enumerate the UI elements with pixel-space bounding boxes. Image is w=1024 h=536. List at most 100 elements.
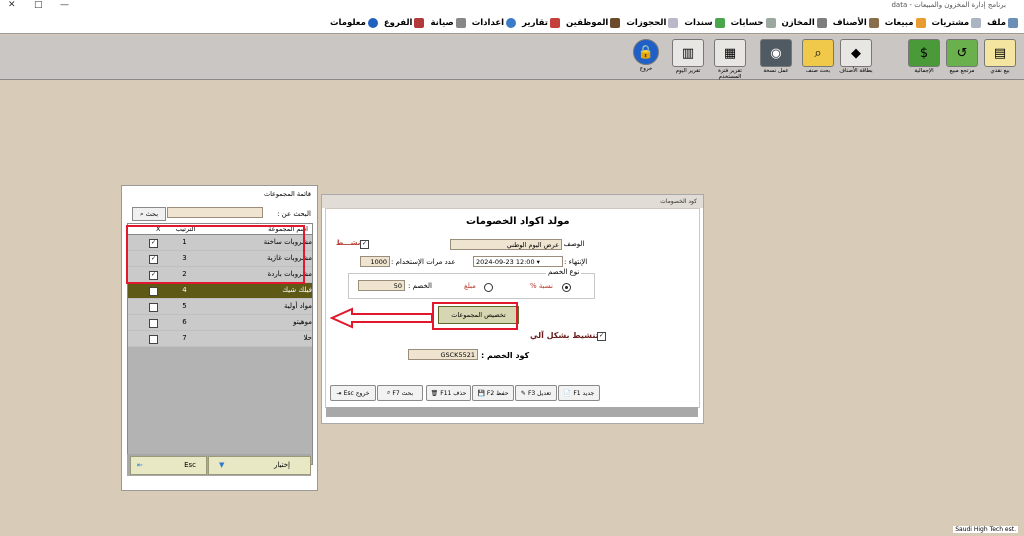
shapes-icon: ◆ <box>840 39 872 67</box>
menu-accounts[interactable]: حسابات <box>731 17 776 28</box>
group-row[interactable]: 6 موهيتو <box>128 315 312 331</box>
choose-button[interactable]: إختيار ▼ <box>208 456 311 475</box>
new-doc-icon: 📄 <box>563 389 572 397</box>
menu-branches[interactable]: الفروع <box>384 17 425 28</box>
status-company: Saudi High Tech est. <box>953 526 1018 533</box>
red-arrow-icon <box>330 307 433 329</box>
group-search-input[interactable] <box>167 207 263 218</box>
menu-vouchers[interactable]: سندات <box>684 17 725 28</box>
group-row-selected[interactable]: 4 فيلك شيك <box>128 283 312 299</box>
menu-bar: ملف مشتريات مبيعات الأصناف المخازن حسابا… <box>0 12 1024 34</box>
amount-radio[interactable] <box>484 283 493 292</box>
discount-footer <box>326 407 698 417</box>
exit-icon: ⇥ <box>336 389 342 397</box>
edit-button[interactable]: تعديل F3 ✎ <box>515 385 557 401</box>
groups-title: قائمة المجموعات <box>263 190 311 198</box>
esc-button[interactable]: ⇤ Esc <box>130 456 207 475</box>
maximize-icon[interactable]: □ <box>34 0 43 10</box>
menu-maintenance[interactable]: صيانة <box>430 17 466 28</box>
save-button[interactable]: حفظ F2 💾 <box>472 385 514 401</box>
search-item-icon: ⌕ <box>802 39 834 67</box>
menu-file[interactable]: ملف <box>987 17 1018 28</box>
return-icon: ↺ <box>946 39 978 67</box>
items-icon <box>868 17 879 28</box>
search-label: البحث عن : <box>277 210 311 218</box>
report-icon <box>549 17 560 28</box>
close-icon[interactable]: ✕ <box>8 0 16 10</box>
title-bar: ✕ □ — برنامج إدارة المخزون والمبيعات - d… <box>0 0 1024 12</box>
booking-icon <box>668 17 679 28</box>
active-checkbox[interactable]: ✓ <box>360 240 369 249</box>
branch-icon <box>414 17 425 28</box>
expiry-label: الإنتهاء : <box>564 258 588 266</box>
filter-icon: ▼ <box>219 461 225 469</box>
uses-label: عدد مرات الإستخدام : <box>391 258 456 266</box>
delete-button[interactable]: حذف F11 🗑 <box>426 385 471 401</box>
user-period-report-button[interactable]: ▦ تقرير فترة المستخدم <box>712 39 748 80</box>
menu-settings[interactable]: اعدادات <box>472 17 517 28</box>
item-card-button[interactable]: ◆ بطاقة الأصناف <box>838 39 874 77</box>
discount-type-label: نوع الخصم <box>546 268 582 276</box>
row-checkbox[interactable] <box>149 335 158 344</box>
expiry-date-field[interactable]: 2024-09-23 12:00 ▾ <box>473 256 563 267</box>
group-row[interactable]: 7 حلا <box>128 331 312 347</box>
exit-button[interactable]: 🔒 خروج <box>628 39 664 77</box>
highlight-checked-rows <box>126 225 305 284</box>
save-icon: 💾 <box>477 389 485 397</box>
search-item-button[interactable]: ⌕ بحث صنف <box>800 39 836 77</box>
settings-icon <box>506 17 517 28</box>
code-field[interactable]: GSCK5521 <box>408 349 478 360</box>
groups-table-empty-area <box>128 347 312 464</box>
percent-label: نسبة % <box>530 282 553 290</box>
cash-sale-button[interactable]: ▤ بيع نقدي <box>982 39 1018 77</box>
exit-door-icon: ⇤ <box>137 461 143 469</box>
amount-label: مبلغ <box>464 282 476 290</box>
minimize-icon[interactable]: — <box>60 0 69 10</box>
employee-icon <box>610 17 621 28</box>
daily-report-button[interactable]: ▥ تقرير اليوم <box>670 39 706 77</box>
toolbar: ▤ بيع نقدي ↺ مرتجع مبيع $ الإجمالية ◆ بطاقة … <box>0 35 1024 80</box>
delete-icon: 🗑 <box>430 389 439 397</box>
highlight-assign-button <box>432 302 518 330</box>
discount-value-field[interactable]: 50 <box>358 280 405 291</box>
menu-items[interactable]: الأصناف <box>833 17 879 28</box>
menu-info[interactable]: معلومات <box>330 17 378 28</box>
new-button[interactable]: جديد F1 📄 <box>558 385 600 401</box>
menu-reports[interactable]: تقارير <box>522 17 560 28</box>
row-checkbox[interactable] <box>149 287 158 296</box>
percent-radio[interactable] <box>562 283 571 292</box>
uses-field[interactable]: 1000 <box>360 256 390 267</box>
edit-icon: ✎ <box>520 389 526 397</box>
active-label: نشـــط <box>336 239 361 247</box>
code-label: كود الخصم : <box>481 351 530 360</box>
row-checkbox[interactable] <box>149 319 158 328</box>
search-button[interactable]: بحث F7 ⌕ <box>377 385 423 401</box>
menu-bookings[interactable]: الحجوزات <box>626 17 679 28</box>
discount-window-titlebar: كود الخصومات <box>322 195 703 208</box>
menu-sales[interactable]: مبيعات <box>885 17 926 28</box>
sales-return-button[interactable]: ↺ مرتجع مبيع <box>944 39 980 77</box>
document-icon <box>971 17 982 28</box>
menu-purchases[interactable]: مشتريات <box>932 17 982 28</box>
form-heading: مولد اكواد الخصومات <box>466 216 570 227</box>
backup-button[interactable]: ◉ عمل نسخة <box>758 39 794 77</box>
voucher-icon <box>714 17 725 28</box>
wrench-icon <box>455 17 466 28</box>
group-row[interactable]: 5 مواد أولية <box>128 299 312 315</box>
menu-employees[interactable]: الموظفين <box>566 17 621 28</box>
desc-label: الوصف : <box>559 240 585 248</box>
window-title: برنامج إدارة المخزون والمبيعات - data <box>891 1 1006 9</box>
accounts-icon <box>765 17 776 28</box>
totals-button[interactable]: $ الإجمالية <box>906 39 942 77</box>
backup-icon: ◉ <box>760 39 792 67</box>
group-search-button[interactable]: بحث ⌕ <box>132 207 166 221</box>
warehouse-icon <box>816 17 827 28</box>
exit-form-button[interactable]: خروج Esc ⇥ <box>330 385 376 401</box>
printer-icon: ▥ <box>672 39 704 67</box>
menu-stores[interactable]: المخازن <box>782 17 827 28</box>
info-icon <box>367 17 378 28</box>
register-report-icon: ▦ <box>714 39 746 67</box>
desc-field[interactable]: عرض اليوم الوطني <box>450 239 562 250</box>
row-checkbox[interactable] <box>149 303 158 312</box>
discount-value-label: الخصم : <box>408 282 432 290</box>
